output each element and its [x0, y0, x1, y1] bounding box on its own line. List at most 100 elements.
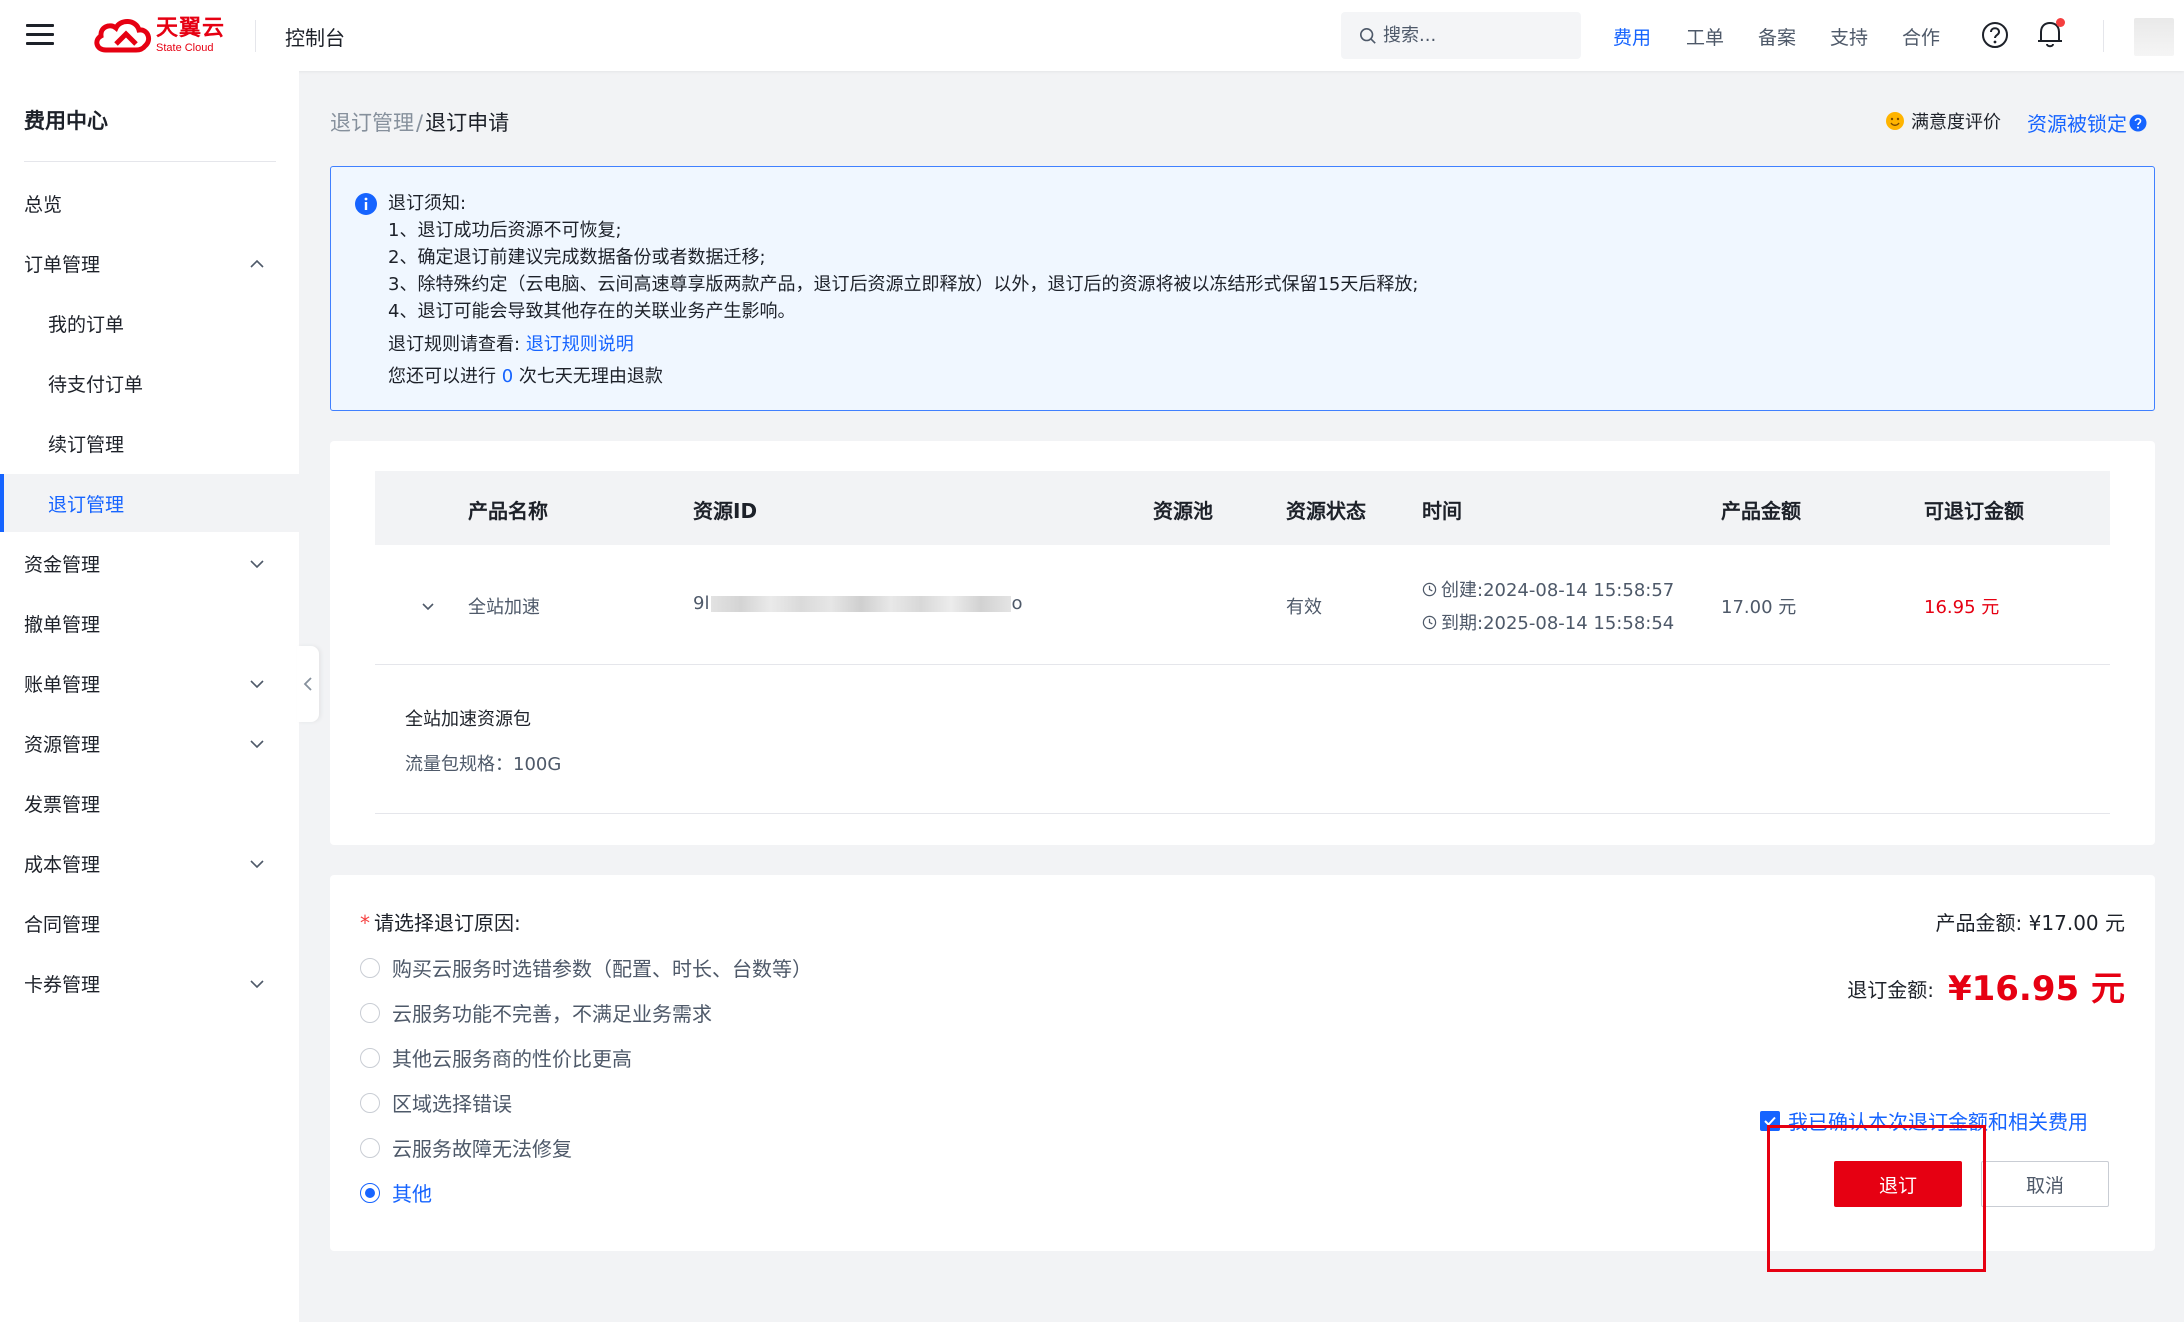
menu-icon[interactable] — [26, 24, 54, 46]
refund-rules-link[interactable]: 退订规则说明 — [526, 334, 634, 355]
sidebar-item[interactable]: 发票管理 — [0, 774, 299, 832]
sidebar-item[interactable]: 总览 — [0, 174, 299, 232]
console-title[interactable]: 控制台 — [285, 22, 345, 51]
search-input[interactable] — [1383, 25, 1573, 46]
chevron-down-icon — [250, 560, 264, 569]
notice-line-4: 4、退订可能会导致其他存在的关联业务产生影响。 — [388, 301, 796, 322]
col-resource-status: 资源状态 — [1286, 499, 1366, 523]
radio-button[interactable] — [360, 1137, 380, 1158]
reason-option[interactable]: 其他 — [360, 1178, 432, 1207]
notice-rules-line: 退订规则请查看: 退订规则说明 — [388, 330, 634, 356]
masked-resource-id — [711, 596, 1012, 612]
reason-option[interactable]: 云服务故障无法修复 — [360, 1133, 572, 1162]
chevron-down-icon — [250, 860, 264, 869]
sidebar-item-label: 账单管理 — [24, 673, 101, 696]
refund-amount-value: ¥16.95 元 — [1947, 969, 2125, 1009]
product-amount-summary: 产品金额: ¥17.00 元 — [1936, 907, 2125, 936]
sidebar-item-label: 合同管理 — [24, 913, 101, 936]
row-product-name: 全站加速 — [468, 597, 540, 618]
nav-filing[interactable]: 备案 — [1758, 23, 1796, 50]
reason-option[interactable]: 其他云服务商的性价比更高 — [360, 1043, 632, 1072]
sidebar: 费用中心 总览订单管理我的订单待支付订单续订管理退订管理资金管理撤单管理账单管理… — [0, 71, 299, 1322]
sidebar-item-label: 退订管理 — [48, 493, 125, 516]
sidebar-item[interactable]: 续订管理 — [0, 414, 299, 472]
breadcrumb: 退订管理/退订申请 — [330, 107, 509, 137]
refund-suffix: 次七天无理由退款 — [518, 366, 663, 387]
confirm-label: 我已确认本次退订金额和相关费用 — [1788, 1110, 2088, 1134]
sidebar-item[interactable]: 资金管理 — [0, 534, 299, 592]
product-amount-value: ¥17.00 元 — [2028, 911, 2125, 935]
rules-prefix: 退订规则请查看: — [388, 334, 521, 355]
notice-line-1: 1、退订成功后资源不可恢复; — [388, 220, 622, 241]
col-time: 时间 — [1422, 499, 1462, 523]
sidebar-item-label: 订单管理 — [24, 253, 101, 276]
nav-tickets[interactable]: 工单 — [1686, 23, 1724, 50]
sidebar-item-label: 发票管理 — [24, 793, 101, 816]
sidebar-item[interactable]: 退订管理 — [0, 474, 299, 532]
sidebar-item[interactable]: 撤单管理 — [0, 594, 299, 652]
reason-option[interactable]: 购买云服务时选错参数（配置、时长、台数等） — [360, 953, 812, 982]
refund-amount-label: 退订金额: — [1847, 978, 1934, 1002]
radio-button[interactable] — [360, 1047, 380, 1068]
breadcrumb-parent[interactable]: 退订管理 — [330, 111, 414, 135]
clock-icon — [1422, 582, 1437, 597]
sidebar-collapse-handle[interactable] — [297, 646, 319, 722]
row-resource-id: 9l o — [693, 593, 1022, 614]
avatar[interactable] — [2134, 18, 2174, 56]
sidebar-item[interactable]: 成本管理 — [0, 834, 299, 892]
col-product-amount: 产品金额 — [1721, 499, 1801, 523]
sidebar-item-label: 资源管理 — [24, 733, 101, 756]
logo[interactable]: 天翼云 State Cloud — [92, 15, 225, 57]
cancel-button[interactable]: 取消 — [1981, 1161, 2109, 1207]
reason-option[interactable]: 云服务功能不完善，不满足业务需求 — [360, 998, 712, 1027]
sidebar-item[interactable]: 我的订单 — [0, 294, 299, 352]
refund-prefix: 您还可以进行 — [388, 366, 496, 387]
search-box[interactable] — [1341, 12, 1581, 59]
chevron-down-icon[interactable] — [420, 601, 436, 613]
chevron-down-icon — [250, 740, 264, 749]
submit-refund-button[interactable]: 退订 — [1834, 1161, 1962, 1207]
table-row: 全站加速 9l o 有效 创建:2024-08-14 15:58:57 到期:20… — [375, 545, 2110, 665]
notice-refund-line: 您还可以进行 0 次七天无理由退款 — [388, 362, 663, 388]
resource-id-suffix: o — [1011, 593, 1023, 614]
radio-button[interactable] — [360, 1002, 380, 1023]
reason-option-label: 购买云服务时选错参数（配置、时长、台数等） — [392, 957, 812, 981]
sidebar-item[interactable]: 合同管理 — [0, 894, 299, 952]
chevron-left-icon — [303, 677, 312, 691]
nav-fees[interactable]: 费用 — [1613, 23, 1651, 50]
notice-title: 退订须知: — [388, 193, 467, 214]
chevron-up-icon — [250, 259, 264, 268]
sidebar-item[interactable]: 订单管理 — [0, 234, 299, 292]
logo-cn: 天翼云 — [156, 16, 226, 41]
confirm-checkbox[interactable] — [1760, 1110, 1780, 1131]
row-resource-status: 有效 — [1286, 597, 1322, 618]
reason-option[interactable]: 区域选择错误 — [360, 1088, 512, 1117]
reason-option-label: 其他云服务商的性价比更高 — [392, 1047, 632, 1071]
radio-button[interactable] — [360, 957, 380, 978]
radio-button[interactable] — [360, 1092, 380, 1113]
sidebar-item-label: 我的订单 — [48, 313, 125, 336]
sidebar-item-label: 待支付订单 — [48, 373, 144, 396]
confirm-checkbox-row[interactable]: 我已确认本次退订金额和相关费用 — [1760, 1106, 2088, 1135]
sidebar-item[interactable]: 账单管理 — [0, 654, 299, 712]
radio-button[interactable] — [360, 1182, 380, 1203]
reason-option-label: 云服务故障无法修复 — [392, 1137, 572, 1161]
help-icon[interactable] — [1981, 21, 2009, 49]
sidebar-title: 费用中心 — [24, 109, 108, 133]
sidebar-item[interactable]: 卡券管理 — [0, 954, 299, 1012]
sidebar-item-label: 卡券管理 — [24, 973, 101, 996]
sidebar-item[interactable]: 资源管理 — [0, 714, 299, 772]
search-icon — [1359, 27, 1376, 44]
sidebar-item-label: 资金管理 — [24, 553, 101, 576]
resource-locked-label: 资源被锁定 — [2027, 112, 2127, 136]
nav-support[interactable]: 支持 — [1830, 23, 1868, 50]
sidebar-item-label: 续订管理 — [48, 433, 125, 456]
refund-count: 0 — [501, 366, 514, 387]
nav-partner[interactable]: 合作 — [1902, 23, 1940, 50]
top-bar: 天翼云 State Cloud 控制台 费用 工单 备案 支持 合作 — [0, 0, 2184, 71]
divider — [2103, 20, 2104, 52]
resource-locked-link[interactable]: 资源被锁定 — [2027, 108, 2147, 137]
satisfaction-rating-link[interactable]: 满意度评价 — [1885, 108, 2001, 134]
sidebar-item[interactable]: 待支付订单 — [0, 354, 299, 412]
check-icon — [1764, 1116, 1776, 1126]
